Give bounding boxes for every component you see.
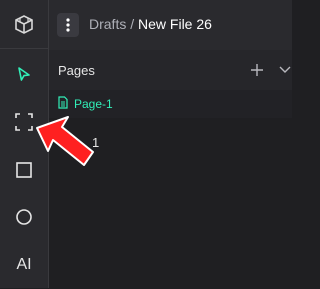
main-menu-button[interactable] (57, 13, 79, 37)
left-toolbar: AI (0, 0, 49, 288)
breadcrumb: Drafts / New File 26 (89, 16, 212, 32)
circle-icon (16, 209, 32, 225)
breadcrumb-file-name[interactable]: New File 26 (138, 16, 212, 32)
more-vertical-icon (66, 18, 70, 32)
board-tool[interactable] (0, 98, 48, 146)
move-tool[interactable] (0, 50, 48, 98)
page-icon (58, 96, 68, 109)
top-bar: Drafts / New File 26 (49, 0, 292, 51)
plus-icon (251, 64, 263, 76)
square-icon (16, 162, 32, 178)
text-icon: AI (16, 256, 32, 273)
frame-icon (15, 113, 33, 131)
layer-item-label[interactable]: 1 (92, 135, 99, 150)
rectangle-tool[interactable] (0, 146, 48, 194)
page-item-label: Page-1 (74, 97, 113, 111)
pages-title: Pages (58, 63, 95, 78)
page-item[interactable]: Page-1 (49, 90, 292, 118)
chevron-down-icon (279, 66, 291, 73)
app-logo[interactable] (0, 0, 48, 49)
logo-icon (15, 15, 33, 34)
collapse-pages-button[interactable] (275, 60, 295, 80)
breadcrumb-separator: / (130, 16, 135, 32)
add-page-button[interactable] (247, 60, 267, 80)
pages-panel-header: Pages (49, 50, 292, 91)
pointer-icon (18, 67, 30, 81)
breadcrumb-project[interactable]: Drafts (89, 16, 126, 32)
text-tool[interactable]: AI (0, 241, 48, 289)
ellipse-tool[interactable] (0, 193, 48, 241)
